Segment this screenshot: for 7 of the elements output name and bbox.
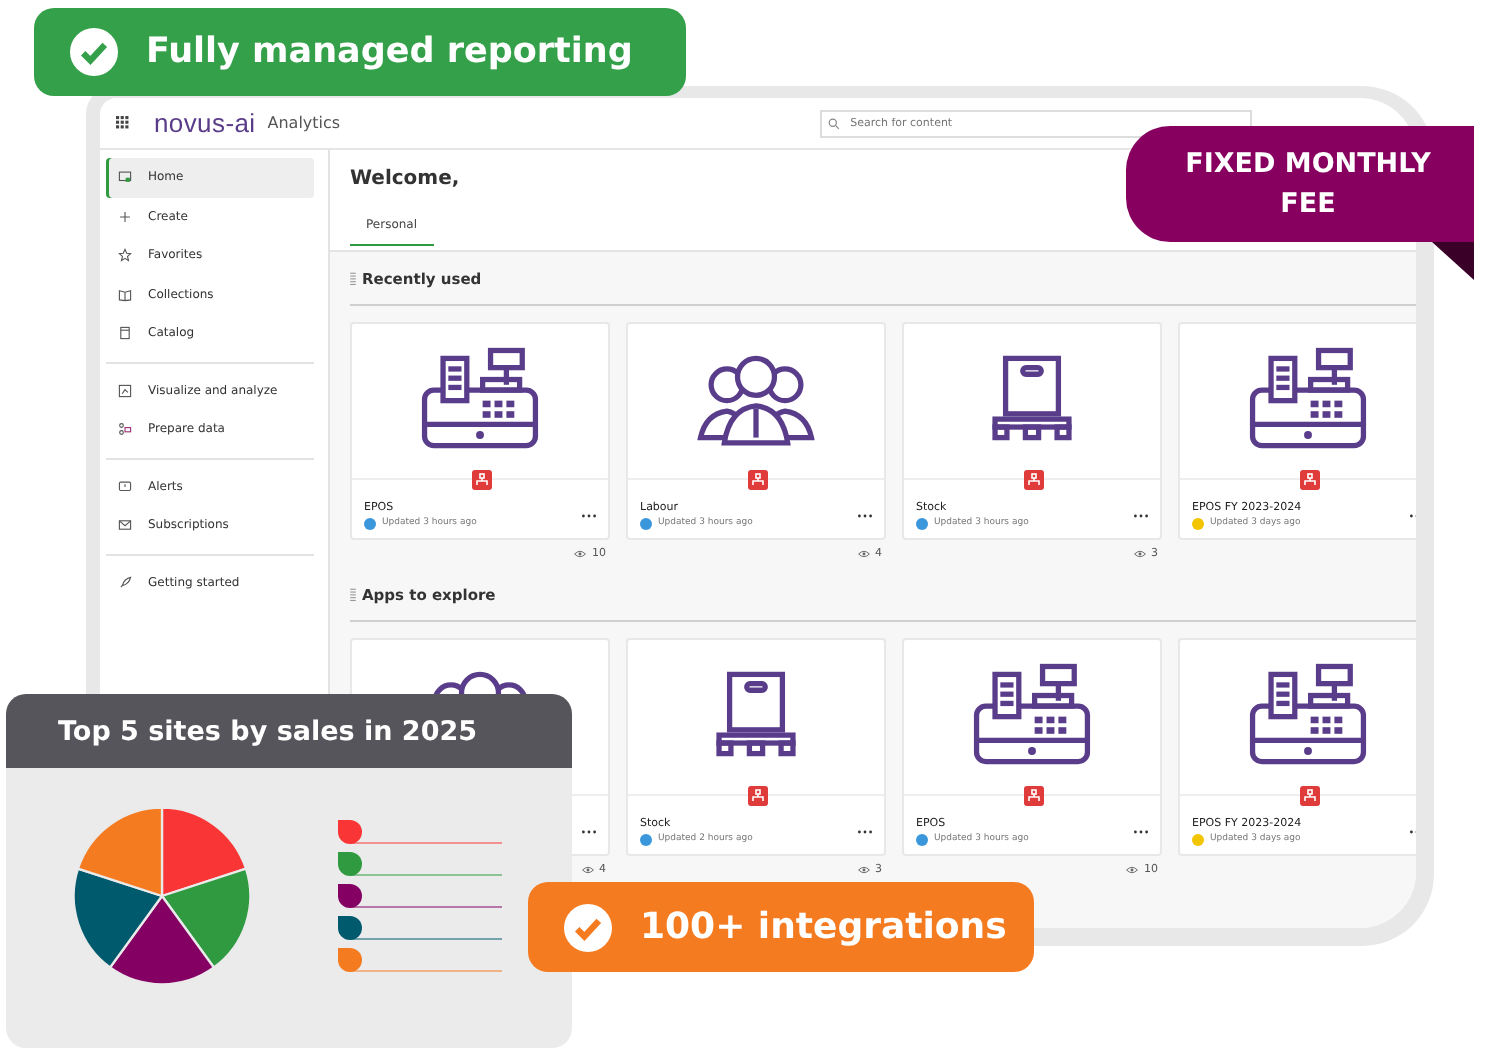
badge-text: 100+ integrations <box>640 906 1007 948</box>
logo-text: novus-ai <box>154 108 256 138</box>
welcome-heading: Welcome, <box>350 168 462 190</box>
product-name: Analytics <box>267 114 341 132</box>
badge-text: Fully managed reporting <box>146 32 633 72</box>
badge-text: FIXED MONTHLY FEE <box>1183 145 1433 224</box>
chart-title: Top 5 sites by sales in 2025 <box>58 715 477 747</box>
